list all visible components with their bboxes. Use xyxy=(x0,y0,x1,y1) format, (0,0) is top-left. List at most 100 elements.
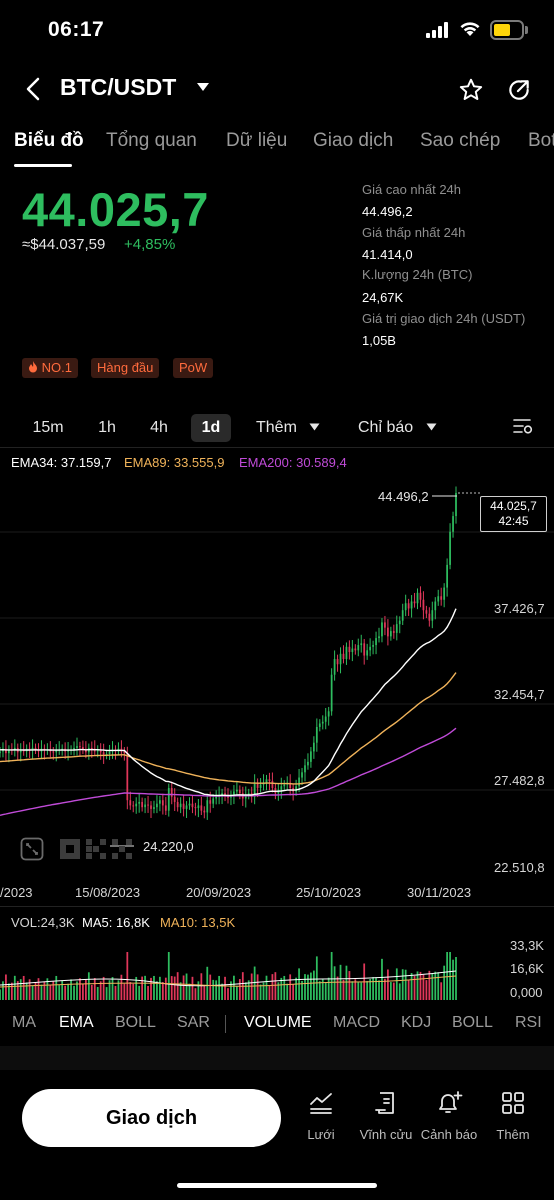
trade-button[interactable]: Giao dịch xyxy=(22,1089,281,1147)
volume-bar xyxy=(105,987,108,1000)
price-alert-button[interactable]: Cảnh báo xyxy=(414,1090,484,1142)
candle-body xyxy=(452,516,454,532)
candle-body xyxy=(179,803,182,808)
volume-bar xyxy=(342,979,345,1000)
volume-bar xyxy=(295,977,297,1000)
candle-body xyxy=(375,638,377,646)
volume-bar xyxy=(330,952,333,1000)
perpetual-button[interactable]: Vĩnh cửu xyxy=(351,1090,421,1142)
candle-body xyxy=(387,627,389,637)
chart-high-label: 44.496,2 xyxy=(378,489,429,504)
tab-bot[interactable]: Bot xyxy=(528,130,554,152)
volume-bar xyxy=(366,980,369,1000)
volume-bar xyxy=(191,976,194,1000)
indicator-tab-sar[interactable]: SAR xyxy=(177,1014,210,1032)
volume-bar xyxy=(99,981,102,1000)
volume-axis-label: 33,3K xyxy=(510,938,544,953)
x-axis-label: 20/09/2023 xyxy=(186,885,252,900)
volume-bar xyxy=(318,981,321,1000)
volume-bar xyxy=(224,976,226,1000)
more-button[interactable]: Thêm xyxy=(478,1090,548,1142)
tab-copy[interactable]: Sao chép xyxy=(420,130,500,152)
indicator-tab-rsi[interactable]: RSI xyxy=(515,1014,542,1032)
indicator-dropdown[interactable]: Chỉ báo xyxy=(358,414,448,442)
candle-body xyxy=(307,761,309,766)
volume-bar xyxy=(452,959,454,1000)
ema89-line xyxy=(0,672,457,785)
share-icon[interactable] xyxy=(506,77,532,103)
indicator-tab-boll-sub[interactable]: BOLL xyxy=(452,1014,493,1032)
volume-bar xyxy=(315,956,318,1000)
volume-bar xyxy=(67,983,69,1000)
pair-title[interactable]: BTC/USDT xyxy=(60,74,176,101)
volume-bar xyxy=(360,982,363,1000)
volume-bar xyxy=(381,958,383,1000)
volume-bar xyxy=(176,972,179,1000)
okx-watermark-logo xyxy=(60,839,132,859)
candle-body xyxy=(407,603,410,609)
interval-1h[interactable]: 1h xyxy=(92,414,122,442)
indicator-tab-ma[interactable]: MA xyxy=(12,1014,36,1032)
indicator-tab-volume[interactable]: VOLUME xyxy=(244,1014,312,1032)
tab-trades[interactable]: Giao dịch xyxy=(313,130,393,152)
indicator-tab-kdj[interactable]: KDJ xyxy=(401,1014,431,1032)
candle-body xyxy=(298,777,300,787)
cellular-signal-icon xyxy=(426,22,450,38)
star-favorite-icon[interactable] xyxy=(458,77,484,103)
volume-ma5-legend: MA5: 16,8K xyxy=(82,915,150,930)
volume-bar xyxy=(292,984,295,1000)
volume-bar xyxy=(324,982,327,1000)
chart-settings-icon[interactable] xyxy=(513,417,533,435)
indicator-tab-ema[interactable]: EMA xyxy=(59,1014,94,1032)
pow-badge[interactable]: PoW xyxy=(173,358,214,378)
pair-dropdown-icon[interactable] xyxy=(196,82,210,92)
y-axis-label: 27.482,8 xyxy=(494,773,545,788)
stat-volume-label: K.lượng 24h (BTC) xyxy=(362,267,473,282)
fullscreen-icon[interactable] xyxy=(20,837,44,861)
interval-4h[interactable]: 4h xyxy=(144,414,174,442)
candle-body xyxy=(209,800,212,804)
volume-bar xyxy=(238,979,241,1000)
candle-body xyxy=(212,798,215,804)
candle-body xyxy=(384,622,386,628)
divider xyxy=(0,447,554,448)
stat-volume-value: 24,67K xyxy=(362,290,404,305)
candle-body xyxy=(449,531,451,565)
indicator-tab-macd[interactable]: MACD xyxy=(333,1014,380,1032)
tab-chart[interactable]: Biểu đồ xyxy=(14,130,84,152)
candle-body xyxy=(185,805,188,809)
volume-bar xyxy=(129,982,132,1000)
tab-data[interactable]: Dữ liệu xyxy=(226,130,287,152)
volume-bar xyxy=(392,982,395,1000)
volume-bar xyxy=(446,952,448,1000)
indicator-tab-boll[interactable]: BOLL xyxy=(115,1014,156,1032)
y-axis-label: 32.454,7 xyxy=(494,687,545,702)
grid-bot-icon xyxy=(310,1093,332,1114)
candle-body xyxy=(283,784,286,787)
volume-bar xyxy=(164,977,167,1000)
volume-bar xyxy=(345,965,348,1000)
volume-axis-label: 16,6K xyxy=(510,961,544,976)
volume-bar xyxy=(312,970,315,1000)
volume-bar xyxy=(256,974,259,1000)
volume-bar xyxy=(280,977,283,1000)
candle-body xyxy=(188,803,191,806)
candlestick-chart[interactable] xyxy=(0,470,554,880)
candle-body xyxy=(197,805,200,809)
rank-badge[interactable]: NO.1 xyxy=(22,358,78,378)
interval-15m[interactable]: 15m xyxy=(30,414,66,442)
ema200-legend: EMA200: 30.589,4 xyxy=(239,455,347,470)
back-arrow-icon[interactable] xyxy=(24,76,42,102)
interval-1d[interactable]: 1d xyxy=(191,414,231,442)
more-intervals-dropdown[interactable]: Thêm xyxy=(256,414,326,442)
battery-icon xyxy=(490,20,524,40)
tab-overview[interactable]: Tổng quan xyxy=(106,130,197,152)
candle-body xyxy=(404,603,407,611)
volume-bar xyxy=(167,952,170,1000)
candle-body xyxy=(431,610,434,621)
top-badge[interactable]: Hàng đầu xyxy=(91,358,160,378)
grid-bot-button[interactable]: Lưới xyxy=(286,1090,356,1142)
volume-chart[interactable] xyxy=(0,935,554,1005)
volume-bar xyxy=(304,974,306,1000)
candle-body xyxy=(315,726,318,743)
